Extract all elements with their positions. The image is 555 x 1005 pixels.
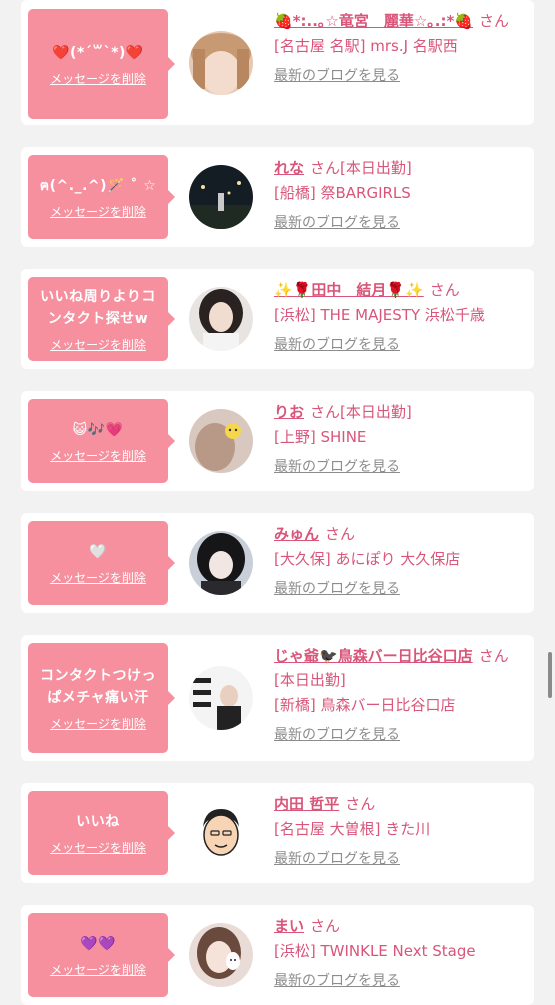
message-card: ฅ(^._.^)🪄 ˚ ☆ メッセージを削除 れな さん[本日出勤] [船橋] 祭… (21, 147, 534, 247)
message-text: ฅ(^._.^)🪄 ˚ ☆ (39, 177, 157, 194)
member-info: ✨🌹田中 結月🌹✨ さん [浜松] THE MAJESTY 浜松千歳 最新のブログ… (274, 278, 526, 355)
shop-info: [新橋] 鳥森バー日比谷口店 (274, 696, 456, 714)
honorific: さん (345, 795, 376, 813)
message-bubble: コンタクトつけっぱメチャ痛い汗 メッセージを削除 (28, 643, 175, 753)
avatar[interactable] (189, 409, 253, 473)
message-card: 💜💜 メッセージを削除 まい さん [浜松] TWINKLE Next Stage… (21, 905, 534, 1005)
member-name-link[interactable]: みゅん (274, 525, 319, 543)
avatar[interactable] (189, 923, 253, 987)
honorific: さん (310, 403, 341, 421)
member-name-link[interactable]: まい (274, 917, 304, 935)
honorific: さん (310, 159, 341, 177)
message-text: ❤️(*´꒳`*)❤️ (52, 44, 144, 61)
attendance-tag: [本日出勤] (274, 671, 346, 689)
message-bubble: いいね メッセージを削除 (28, 791, 175, 875)
message-bubble: ฅ(^._.^)🪄 ˚ ☆ メッセージを削除 (28, 155, 175, 239)
avatar[interactable] (189, 666, 253, 730)
member-name-link[interactable]: 内田 哲平 (274, 795, 339, 813)
avatar[interactable] (189, 531, 253, 595)
avatar[interactable] (189, 801, 253, 865)
scrollbar[interactable] (548, 652, 552, 698)
message-card: コンタクトつけっぱメチャ痛い汗 メッセージを削除 じゃ爺🐦‍⬛鳥森バー日比谷口店… (21, 635, 534, 761)
member-info: じゃ爺🐦‍⬛鳥森バー日比谷口店 さん [本日出勤] [新橋] 鳥森バー日比谷口店 最… (274, 644, 526, 745)
delete-message-link[interactable]: メッセージを削除 (50, 961, 146, 978)
avatar-photo-icon (189, 165, 253, 229)
member-info: 内田 哲平 さん [名古屋 大曽根] きた川 最新のブログを見る (274, 792, 526, 869)
delete-message-link[interactable]: メッセージを削除 (50, 447, 146, 464)
avatar-photo-icon (189, 531, 253, 595)
latest-blog-link[interactable]: 最新のブログを見る (274, 579, 526, 599)
delete-message-link[interactable]: メッセージを削除 (50, 839, 146, 856)
honorific: さん (429, 281, 460, 299)
message-text: 💜💜 (80, 935, 116, 952)
member-name-link[interactable]: ✨🌹田中 結月🌹✨ (274, 281, 424, 299)
avatar-photo-icon (189, 31, 253, 95)
member-info: 🍓*:..｡☆竜宮 麗華☆｡.:*🍓 さん [名古屋 名駅] mrs.J 名駅西 … (274, 9, 526, 86)
avatar[interactable] (189, 287, 253, 351)
delete-message-link[interactable]: メッセージを削除 (50, 203, 146, 220)
delete-message-link[interactable]: メッセージを削除 (50, 70, 146, 87)
honorific: さん (478, 647, 509, 665)
avatar-photo-icon (189, 801, 253, 865)
honorific: さん (479, 12, 510, 30)
shop-info: [船橋] 祭BARGIRLS (274, 184, 411, 202)
shop-info: [名古屋 大曽根] きた川 (274, 820, 431, 838)
message-card: 🤍 メッセージを削除 みゅん さん [大久保] あにぽり 大久保店 最新のブログを… (21, 513, 534, 613)
shop-info: [浜松] TWINKLE Next Stage (274, 942, 476, 960)
delete-message-link[interactable]: メッセージを削除 (50, 715, 146, 732)
avatar[interactable] (189, 165, 253, 229)
member-name-link[interactable]: 🍓*:..｡☆竜宮 麗華☆｡.:*🍓 (274, 12, 473, 30)
shop-info: [名古屋 名駅] mrs.J 名駅西 (274, 37, 458, 55)
avatar-photo-icon (189, 409, 253, 473)
member-name-link[interactable]: りお (274, 403, 304, 421)
latest-blog-link[interactable]: 最新のブログを見る (274, 849, 526, 869)
member-info: れな さん[本日出勤] [船橋] 祭BARGIRLS 最新のブログを見る (274, 156, 526, 233)
delete-message-link[interactable]: メッセージを削除 (50, 569, 146, 586)
shop-info: [上野] SHINE (274, 428, 367, 446)
member-info: まい さん [浜松] TWINKLE Next Stage 最新のブログを見る (274, 914, 526, 991)
message-text: いいね (76, 813, 120, 830)
attendance-tag: [本日出勤] (340, 159, 412, 177)
message-bubble: 😺🎶💗 メッセージを削除 (28, 399, 175, 483)
message-card: いいね周りよりコンタクト探せw メッセージを削除 ✨🌹田中 結月🌹✨ さん [浜松… (21, 269, 534, 369)
message-text: いいね周りよりコンタクト探せw (40, 288, 156, 327)
delete-message-link[interactable]: メッセージを削除 (50, 336, 146, 353)
member-info: みゅん さん [大久保] あにぽり 大久保店 最新のブログを見る (274, 522, 526, 599)
latest-blog-link[interactable]: 最新のブログを見る (274, 971, 526, 991)
latest-blog-link[interactable]: 最新のブログを見る (274, 725, 526, 745)
message-text: 🤍 (89, 543, 107, 560)
message-bubble: いいね周りよりコンタクト探せw メッセージを削除 (28, 277, 175, 361)
message-card: いいね メッセージを削除 内田 哲平 さん [名古屋 大曽根] きた川 最新のブロ… (21, 783, 534, 883)
latest-blog-link[interactable]: 最新のブログを見る (274, 66, 526, 86)
avatar-photo-icon (189, 666, 253, 730)
message-text: 😺🎶💗 (72, 421, 124, 438)
attendance-tag: [本日出勤] (340, 403, 412, 421)
message-card: ❤️(*´꒳`*)❤️ メッセージを削除 🍓*:..｡☆竜宮 麗華☆｡.:*🍓 さ… (21, 0, 534, 125)
message-card: 😺🎶💗 メッセージを削除 りお さん[本日出勤] [上野] SHINE 最新のブロ… (21, 391, 534, 491)
honorific: さん (310, 917, 341, 935)
member-name-link[interactable]: れな (274, 159, 304, 177)
avatar-photo-icon (189, 923, 253, 987)
member-info: りお さん[本日出勤] [上野] SHINE 最新のブログを見る (274, 400, 526, 477)
message-text: コンタクトつけっぱメチャ痛い汗 (40, 667, 156, 706)
latest-blog-link[interactable]: 最新のブログを見る (274, 213, 526, 233)
member-name-link[interactable]: じゃ爺🐦‍⬛鳥森バー日比谷口店 (274, 647, 473, 665)
message-bubble: 💜💜 メッセージを削除 (28, 913, 175, 997)
shop-info: [大久保] あにぽり 大久保店 (274, 550, 461, 568)
message-bubble: ❤️(*´꒳`*)❤️ メッセージを削除 (28, 9, 175, 119)
latest-blog-link[interactable]: 最新のブログを見る (274, 457, 526, 477)
avatar[interactable] (189, 31, 253, 95)
latest-blog-link[interactable]: 最新のブログを見る (274, 335, 526, 355)
honorific: さん (325, 525, 356, 543)
shop-info: [浜松] THE MAJESTY 浜松千歳 (274, 306, 485, 324)
message-bubble: 🤍 メッセージを削除 (28, 521, 175, 605)
avatar-photo-icon (189, 287, 253, 351)
